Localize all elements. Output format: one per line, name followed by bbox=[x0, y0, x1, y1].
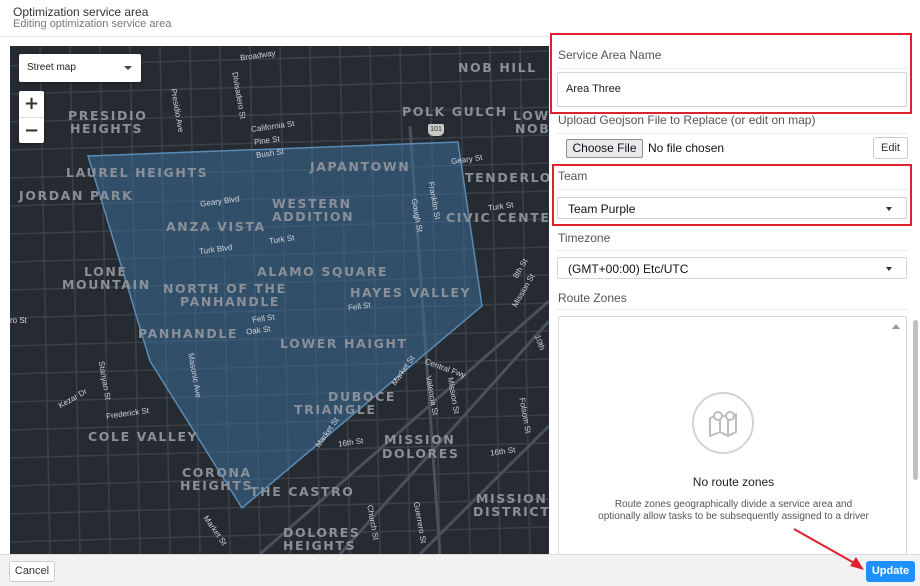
neighborhood-label: POLK GULCH bbox=[402, 104, 508, 119]
neighborhood-label: HEIGHTS bbox=[180, 478, 254, 493]
zoom-out-button[interactable]: − bbox=[19, 117, 44, 143]
neighborhood-label: HAYES VALLEY bbox=[350, 285, 472, 300]
divider bbox=[557, 133, 908, 134]
no-route-zones-text: No route zones bbox=[692, 475, 775, 489]
neighborhood-label: ALAMO SQUARE bbox=[257, 264, 389, 279]
red-arrow-icon bbox=[793, 528, 864, 570]
neighborhood-label: ADDITION bbox=[272, 209, 355, 224]
neighborhood-label: THE CASTRO bbox=[250, 484, 355, 499]
chevron-down-icon bbox=[886, 207, 892, 211]
neighborhood-label: HEIGHTS bbox=[283, 538, 357, 553]
service-area-name-input[interactable]: Area Three bbox=[557, 72, 907, 107]
neighborhood-label: NOB bbox=[515, 121, 549, 136]
neighborhood-label: PANHANDLE bbox=[180, 294, 281, 309]
route-zones-description: Route zones geographically divide a serv… bbox=[598, 499, 869, 522]
update-button[interactable]: Update bbox=[866, 561, 915, 582]
zoom-control: + − bbox=[19, 91, 44, 143]
neighborhood-label: NOB HILL bbox=[458, 60, 537, 75]
upload-label: Upload Geojson File to Replace (or edit … bbox=[558, 113, 816, 127]
neighborhood-label: JORDAN PARK bbox=[19, 188, 134, 203]
scroll-up-icon[interactable] bbox=[892, 324, 900, 329]
divider bbox=[557, 309, 908, 310]
neighborhood-label: ANZA VISTA bbox=[166, 219, 266, 234]
divider bbox=[557, 250, 908, 251]
timezone-select[interactable]: (GMT+00:00) Etc/UTC bbox=[557, 257, 907, 279]
choose-file-button[interactable]: Choose File bbox=[566, 139, 643, 158]
page-subtitle: Editing optimization service area bbox=[13, 18, 172, 30]
map-canvas[interactable]: Street map + − NOB HILL PRESIDIO HEIGHTS… bbox=[10, 46, 549, 554]
neighborhood-label: JAPANTOWN bbox=[310, 159, 411, 174]
neighborhood-label: MISSION bbox=[384, 432, 456, 447]
highway-shield-icon: 101 bbox=[428, 124, 444, 136]
map-type-select[interactable]: Street map bbox=[19, 54, 141, 82]
neighborhood-label: DISTRICT bbox=[473, 504, 549, 519]
neighborhood-label: MOUNTAIN bbox=[62, 277, 151, 292]
divider bbox=[557, 189, 908, 190]
neighborhood-label: LAUREL HEIGHTS bbox=[66, 165, 209, 180]
page-title: Optimization service area bbox=[13, 5, 149, 19]
neighborhood-label: DOLORES bbox=[382, 446, 460, 461]
zoom-in-button[interactable]: + bbox=[19, 91, 44, 117]
cancel-button[interactable]: Cancel bbox=[9, 561, 55, 582]
neighborhood-label: TENDERLOI bbox=[465, 170, 549, 185]
panel-scrollbar[interactable] bbox=[913, 320, 918, 480]
team-label: Team bbox=[558, 169, 588, 183]
route-zones-list[interactable]: No route zones Route zones geographicall… bbox=[558, 316, 907, 556]
route-zones-label: Route Zones bbox=[558, 291, 627, 305]
timezone-label: Timezone bbox=[558, 231, 611, 245]
chevron-down-icon bbox=[886, 267, 892, 271]
neighborhood-label: CIVIC CENTE bbox=[446, 210, 549, 225]
neighborhood-label: LOWER HAIGHT bbox=[280, 336, 408, 351]
file-status-text: No file chosen bbox=[648, 141, 725, 155]
team-select[interactable]: Team Purple bbox=[557, 197, 907, 219]
street-label: ro St bbox=[10, 316, 27, 325]
edit-button[interactable]: Edit bbox=[873, 137, 908, 159]
footer-bar bbox=[0, 554, 920, 586]
divider bbox=[557, 68, 908, 69]
service-area-name-label: Service Area Name bbox=[558, 48, 662, 62]
neighborhood-label: PANHANDLE bbox=[138, 326, 239, 341]
neighborhood-label: COLE VALLEY bbox=[88, 429, 199, 444]
neighborhood-label: TRIANGLE bbox=[294, 402, 377, 417]
map-zones-icon bbox=[692, 392, 754, 454]
neighborhood-label: HEIGHTS bbox=[70, 121, 144, 136]
chevron-down-icon bbox=[124, 66, 132, 70]
